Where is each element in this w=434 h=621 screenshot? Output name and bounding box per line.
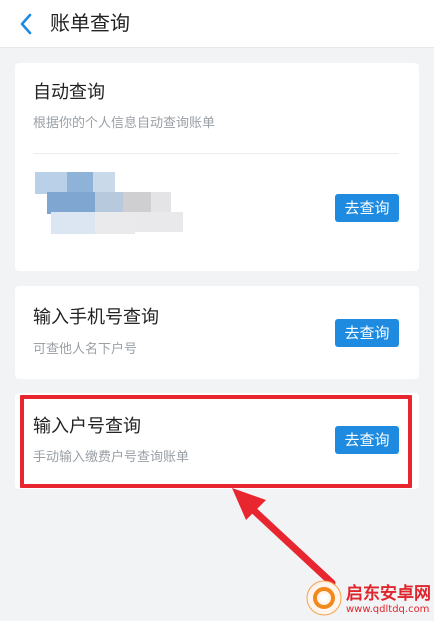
watermark-logo-icon [306, 580, 342, 616]
arrow-annotation [232, 488, 336, 587]
watermark-url: www.qdltdq.com [346, 604, 430, 615]
watermark-text: 启东安卓网 [346, 584, 431, 604]
